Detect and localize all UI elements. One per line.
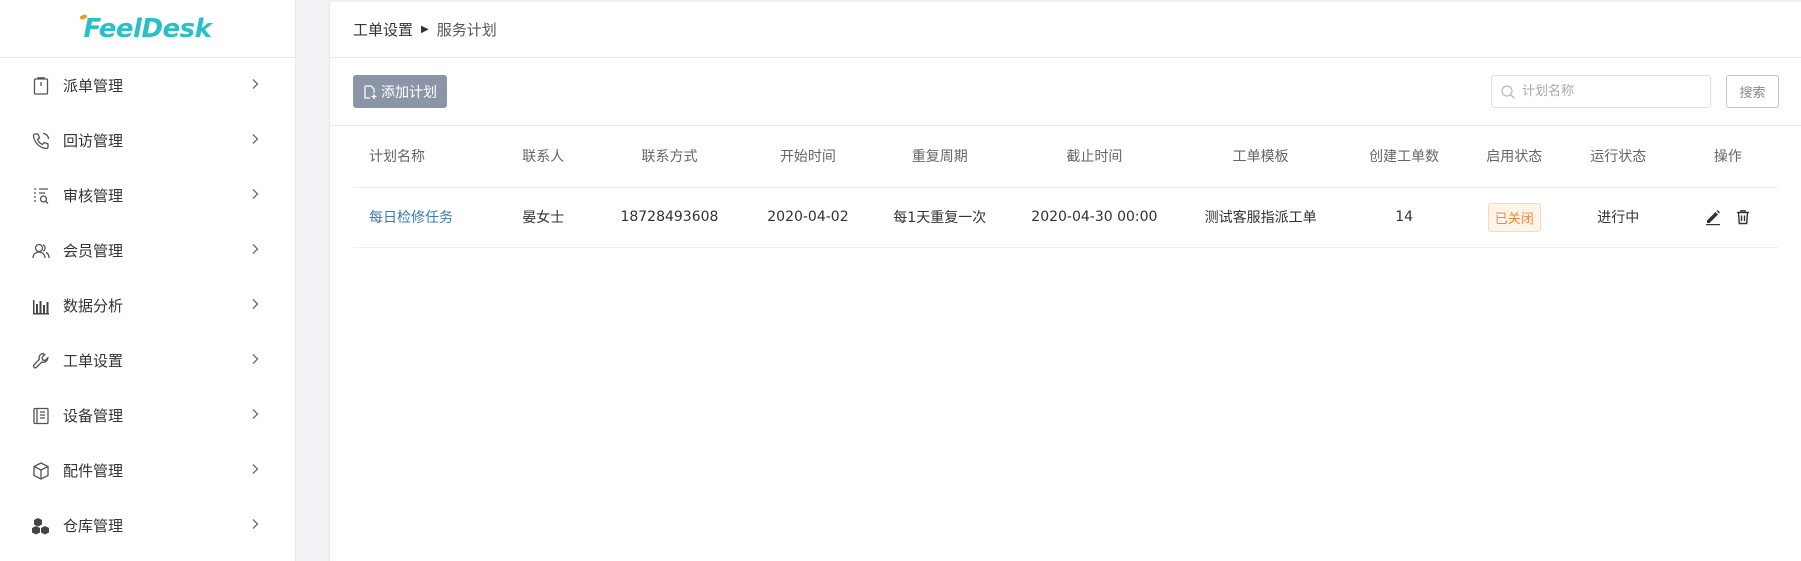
plan-name-link[interactable]: 每日检修任务 bbox=[369, 210, 453, 226]
search-input[interactable] bbox=[1522, 84, 1710, 99]
row-actions bbox=[1678, 208, 1778, 226]
warehouse-icon bbox=[30, 515, 52, 537]
table-container: 计划名称 联系人 联系方式 开始时间 重复周期 截止时间 工单模板 创建工单数 … bbox=[330, 126, 1801, 248]
column-header: 联系方式 bbox=[596, 126, 743, 188]
users-icon bbox=[30, 240, 52, 262]
sidebar-item-members[interactable]: 会员管理 bbox=[0, 223, 295, 278]
service-plan-table: 计划名称 联系人 联系方式 开始时间 重复周期 截止时间 工单模板 创建工单数 … bbox=[353, 126, 1778, 248]
sidebar-item-label: 配件管理 bbox=[63, 462, 124, 480]
column-header: 截止时间 bbox=[1005, 126, 1183, 188]
enable-status-cell: 已关闭 bbox=[1469, 187, 1559, 248]
logo-text: FeelDesk bbox=[83, 13, 212, 44]
column-header: 创建工单数 bbox=[1338, 126, 1470, 188]
chevron-right-icon bbox=[249, 133, 261, 149]
table-row: 每日检修任务 晏女士 18728493608 2020-04-02 每1天重复一… bbox=[353, 187, 1778, 248]
sidebar-item-dispatch[interactable]: 派单管理 bbox=[0, 58, 295, 113]
ticket-count-cell: 14 bbox=[1338, 187, 1470, 248]
device-icon bbox=[30, 405, 52, 427]
chevron-right-icon bbox=[249, 78, 261, 94]
start-time-cell: 2020-04-02 bbox=[742, 187, 874, 248]
sidebar-item-label: 审核管理 bbox=[63, 187, 124, 205]
table-header-row: 计划名称 联系人 联系方式 开始时间 重复周期 截止时间 工单模板 创建工单数 … bbox=[353, 126, 1778, 188]
sidebar-item-warehouse[interactable]: 仓库管理 bbox=[0, 498, 295, 553]
breadcrumb-current: 服务计划 bbox=[436, 21, 497, 39]
column-header: 联系人 bbox=[489, 126, 597, 188]
status-badge: 已关闭 bbox=[1487, 202, 1541, 232]
column-header: 操作 bbox=[1677, 126, 1778, 188]
column-header: 开始时间 bbox=[742, 126, 874, 188]
toolbar: 添加计划 搜索 bbox=[330, 58, 1801, 126]
column-header: 重复周期 bbox=[873, 126, 1006, 188]
sidebar-item-analytics[interactable]: 数据分析 bbox=[0, 278, 295, 333]
sidebar-item-label: 派单管理 bbox=[63, 77, 124, 95]
delete-icon[interactable] bbox=[1734, 208, 1752, 226]
sidebar-item-label: 仓库管理 bbox=[63, 517, 124, 535]
phone-cell: 18728493608 bbox=[596, 187, 743, 248]
repeat-cycle-cell: 每1天重复一次 bbox=[873, 187, 1006, 248]
logo-area: FeelDesk bbox=[0, 0, 295, 58]
phone-icon bbox=[30, 130, 52, 152]
template-cell: 测试客服指派工单 bbox=[1182, 187, 1339, 248]
chevron-right-icon bbox=[249, 188, 261, 204]
sidebar-item-label: 会员管理 bbox=[63, 242, 124, 260]
breadcrumb-parent[interactable]: 工单设置 bbox=[353, 19, 413, 40]
add-plan-label: 添加计划 bbox=[381, 84, 437, 101]
box-icon bbox=[30, 460, 52, 482]
sidebar-menu: 派单管理 回访管理 审核管理 会员管理 数据分析 工单设置 设备管理 配件管理 … bbox=[0, 58, 295, 553]
sidebar-item-parts[interactable]: 配件管理 bbox=[0, 443, 295, 498]
sidebar-item-label: 工单设置 bbox=[63, 352, 124, 370]
sidebar-item-devices[interactable]: 设备管理 bbox=[0, 388, 295, 443]
sidebar-item-audit[interactable]: 审核管理 bbox=[0, 168, 295, 223]
sidebar-item-label: 数据分析 bbox=[63, 297, 124, 315]
clipboard-icon bbox=[30, 75, 52, 97]
add-plan-button[interactable]: 添加计划 bbox=[353, 75, 447, 108]
audit-icon bbox=[30, 185, 52, 207]
column-header: 启用状态 bbox=[1469, 126, 1559, 188]
column-header: 计划名称 bbox=[353, 126, 490, 188]
sidebar-item-label: 回访管理 bbox=[63, 132, 124, 150]
breadcrumb: 工单设置 ▶ 服务计划 bbox=[330, 2, 1801, 58]
contact-cell: 晏女士 bbox=[489, 187, 597, 248]
chevron-right-icon bbox=[249, 298, 261, 314]
chevron-right-icon bbox=[249, 243, 261, 259]
chevron-right-icon bbox=[249, 463, 261, 479]
search-icon bbox=[1501, 84, 1515, 99]
chevron-right-icon bbox=[249, 353, 261, 369]
sidebar: FeelDesk 派单管理 回访管理 审核管理 会员管理 数据分析 工单设置 设… bbox=[0, 0, 296, 561]
column-header: 运行状态 bbox=[1558, 126, 1678, 188]
search-button[interactable]: 搜索 bbox=[1726, 75, 1779, 108]
chevron-right-icon bbox=[249, 408, 261, 424]
sidebar-item-label: 设备管理 bbox=[63, 407, 124, 425]
sidebar-item-callback[interactable]: 回访管理 bbox=[0, 113, 295, 168]
main-panel: 工单设置 ▶ 服务计划 添加计划 搜索 计划名称 联系人 联系方式 开始时间 bbox=[329, 2, 1801, 561]
brand-logo[interactable]: FeelDesk bbox=[79, 13, 212, 44]
chevron-right-icon bbox=[249, 518, 261, 534]
actions-cell bbox=[1677, 187, 1778, 248]
edit-icon[interactable] bbox=[1704, 208, 1722, 226]
run-status-cell: 进行中 bbox=[1558, 187, 1678, 248]
column-header: 工单模板 bbox=[1182, 126, 1339, 188]
wrench-icon bbox=[30, 350, 52, 372]
plan-name-cell: 每日检修任务 bbox=[353, 187, 490, 248]
bar-chart-icon bbox=[30, 295, 52, 317]
sidebar-item-ticket-settings[interactable]: 工单设置 bbox=[0, 333, 295, 388]
end-time-cell: 2020-04-30 00:00 bbox=[1005, 187, 1183, 248]
add-document-icon bbox=[364, 84, 377, 99]
caret-right-icon: ▶ bbox=[421, 24, 429, 35]
search-box bbox=[1491, 75, 1711, 108]
